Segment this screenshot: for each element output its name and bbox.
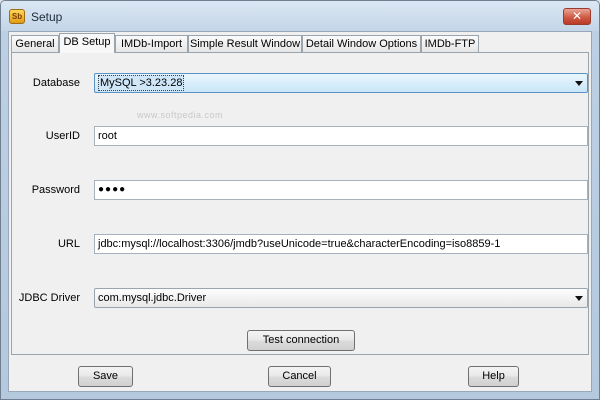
cancel-button[interactable]: Cancel <box>268 366 331 387</box>
dialog-body: General DB Setup IMDb-Import Simple Resu… <box>8 31 592 392</box>
userid-label: UserID <box>45 130 80 142</box>
setup-app-icon: Sb <box>9 9 25 24</box>
window-title: Setup <box>31 10 63 24</box>
setup-window: Sb Setup ✕ General DB Setup IMDb-Import … <box>0 0 600 400</box>
jdbc-driver-select[interactable]: com.mysql.jdbc.Driver <box>94 288 588 308</box>
jdbc-driver-label: JDBC Driver <box>18 292 80 304</box>
database-select[interactable]: MySQL >3.23.28 <box>94 73 588 93</box>
close-button[interactable]: ✕ <box>563 8 591 25</box>
watermark: www.softpedia.com <box>137 110 224 120</box>
url-label: URL <box>57 238 80 250</box>
tab-general[interactable]: General <box>11 35 59 52</box>
save-button[interactable]: Save <box>78 366 133 387</box>
url-input[interactable]: jdbc:mysql://localhost:3306/jmdb?useUnic… <box>94 234 588 254</box>
password-input[interactable]: ●●●● <box>94 180 588 200</box>
tab-imdb-ftp[interactable]: IMDb-FTP <box>421 35 479 52</box>
chevron-down-icon[interactable] <box>575 296 583 301</box>
test-connection-button[interactable]: Test connection <box>247 330 355 351</box>
chevron-down-icon[interactable] <box>575 81 583 86</box>
tab-imdb-import[interactable]: IMDb-Import <box>115 35 188 52</box>
title-bar[interactable]: Sb Setup ✕ <box>1 1 599 31</box>
help-button[interactable]: Help <box>468 366 519 387</box>
tab-detail-window-options[interactable]: Detail Window Options <box>302 35 421 52</box>
database-label: Database <box>32 77 80 89</box>
tab-simple-result-window[interactable]: Simple Result Window <box>188 35 302 52</box>
password-label: Password <box>31 184 80 196</box>
db-setup-panel: www.softpedia.com Database MySQL >3.23.2… <box>11 52 589 355</box>
jdbc-driver-value: com.mysql.jdbc.Driver <box>98 292 207 304</box>
tab-db-setup[interactable]: DB Setup <box>59 33 115 53</box>
userid-input[interactable]: root <box>94 126 588 146</box>
database-value: MySQL >3.23.28 <box>98 75 185 91</box>
